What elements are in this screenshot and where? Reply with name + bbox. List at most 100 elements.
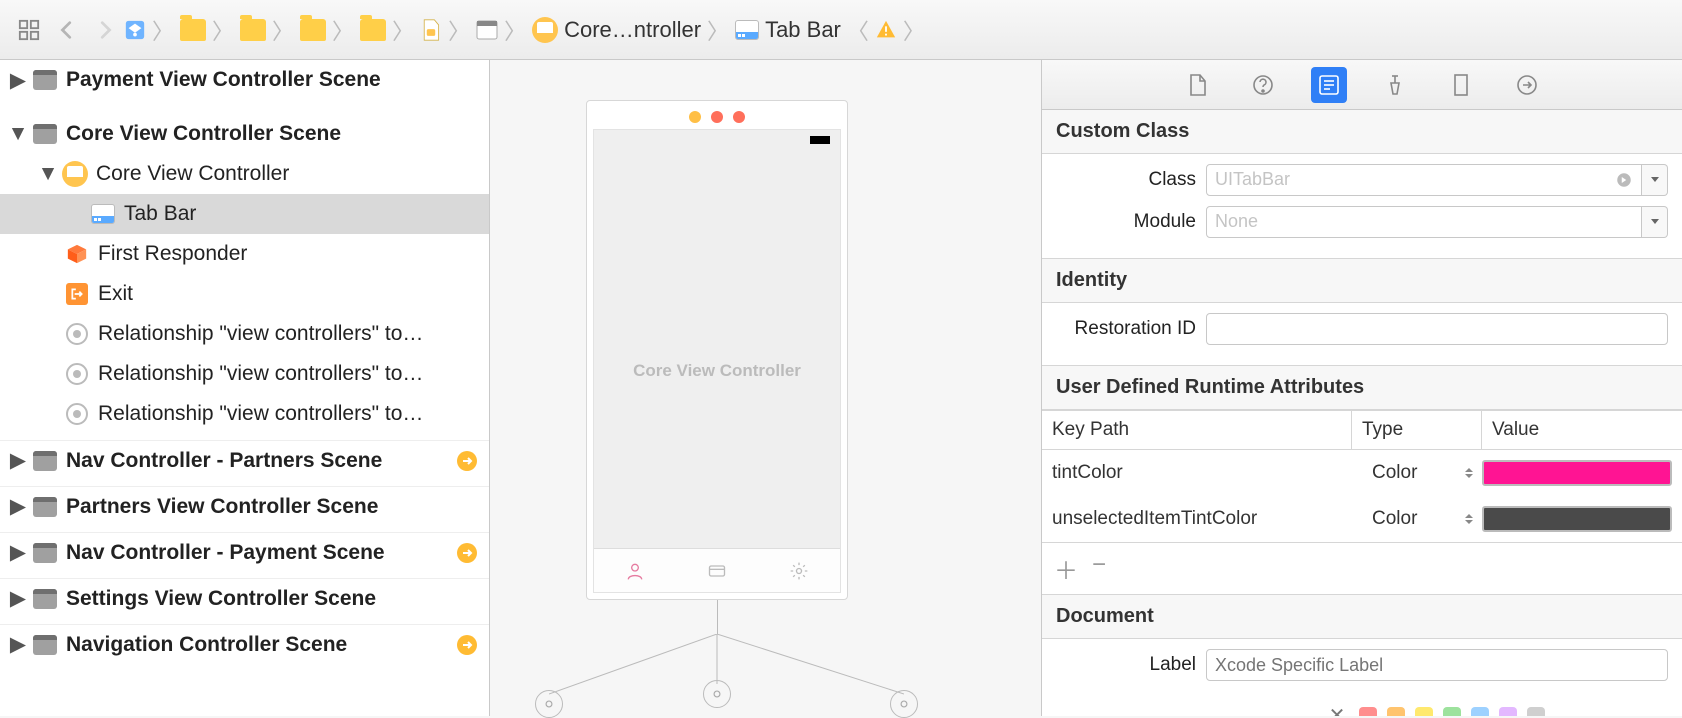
inspector-panel: Custom Class Class UITabBar Module bbox=[1042, 60, 1682, 716]
outline-relationship[interactable]: Relationship "view controllers" to… bbox=[0, 394, 489, 434]
segue-icon bbox=[66, 403, 88, 425]
outline-relationship[interactable]: Relationship "view controllers" to… bbox=[0, 354, 489, 394]
color-red[interactable] bbox=[1359, 707, 1377, 717]
outline-scene[interactable]: ▶ Partners View Controller Scene bbox=[0, 486, 489, 526]
color-yellow[interactable] bbox=[1415, 707, 1433, 717]
outline-scene[interactable]: ▶ Nav Controller - Partners Scene bbox=[0, 440, 489, 480]
warning-icon[interactable] bbox=[875, 19, 897, 41]
breadcrumb-folder[interactable] bbox=[180, 19, 206, 41]
label-color-picker[interactable]: ✕ bbox=[1329, 703, 1546, 716]
back-button[interactable] bbox=[48, 11, 86, 49]
chevron-right-icon: 〉 bbox=[504, 14, 526, 46]
type-cell[interactable]: Color bbox=[1372, 508, 1417, 530]
breadcrumb-storyboard[interactable] bbox=[420, 19, 442, 41]
help-inspector-tab[interactable] bbox=[1245, 67, 1281, 103]
breadcrumb-folder[interactable] bbox=[360, 19, 386, 41]
disclosure-closed-icon[interactable]: ▶ bbox=[8, 540, 28, 565]
outline-vc[interactable]: ▼ Core View Controller bbox=[0, 154, 489, 194]
outline-scene[interactable]: ▶ Payment View Controller Scene bbox=[0, 60, 489, 100]
breadcrumb-vc[interactable]: Core…ntroller bbox=[532, 17, 701, 43]
attributes-inspector-tab[interactable] bbox=[1377, 67, 1413, 103]
battery-icon bbox=[810, 136, 830, 144]
forward-button[interactable] bbox=[86, 11, 124, 49]
segue-icon bbox=[66, 323, 88, 345]
clear-color-icon[interactable]: ✕ bbox=[1329, 703, 1346, 716]
runtime-attribute-row[interactable]: tintColor Color bbox=[1042, 450, 1682, 496]
breadcrumb-project[interactable] bbox=[124, 19, 146, 41]
outline-scene[interactable]: ▶ Settings View Controller Scene bbox=[0, 578, 489, 618]
outline-label: Relationship "view controllers" to… bbox=[98, 402, 423, 426]
outline-relationship[interactable]: Relationship "view controllers" to… bbox=[0, 314, 489, 354]
file-inspector-tab[interactable] bbox=[1179, 67, 1215, 103]
chevron-right-icon[interactable]: 〉 bbox=[903, 14, 925, 46]
gear-icon bbox=[789, 561, 809, 581]
breadcrumb-folder[interactable] bbox=[240, 19, 266, 41]
chevron-right-icon: 〉 bbox=[272, 14, 294, 46]
chevron-right-icon: 〉 bbox=[448, 14, 470, 46]
outline-exit[interactable]: Exit bbox=[0, 274, 489, 314]
breadcrumb[interactable]: 〉 〉 〉 〉 〉 〉 〉 Core…ntroller 〉 Tab Bar 〈 … bbox=[124, 14, 1672, 46]
chevron-right-icon: 〉 bbox=[152, 14, 174, 46]
outline-scene[interactable]: ▼ Core View Controller Scene bbox=[0, 114, 489, 154]
identity-inspector-tab[interactable] bbox=[1311, 67, 1347, 103]
section-header: Identity bbox=[1042, 258, 1682, 303]
color-gray[interactable] bbox=[1527, 707, 1545, 717]
color-blue[interactable] bbox=[1471, 707, 1489, 717]
user-icon bbox=[625, 561, 645, 581]
disclosure-closed-icon[interactable]: ▶ bbox=[8, 632, 28, 657]
tab-bar[interactable] bbox=[594, 548, 840, 592]
section-header: User Defined Runtime Attributes bbox=[1042, 365, 1682, 410]
restoration-id-label: Restoration ID bbox=[1056, 318, 1206, 340]
traffic-yellow-icon bbox=[689, 111, 701, 123]
document-outline[interactable]: ▶ Payment View Controller Scene ▼ Core V… bbox=[0, 60, 490, 716]
interface-builder-canvas[interactable]: Core View Controller bbox=[490, 60, 1042, 716]
breadcrumb-folder[interactable] bbox=[300, 19, 326, 41]
inspector-tabs bbox=[1042, 60, 1682, 110]
connections-inspector-tab[interactable] bbox=[1509, 67, 1545, 103]
class-input[interactable]: UITabBar bbox=[1206, 164, 1642, 196]
disclosure-open-icon[interactable]: ▼ bbox=[38, 162, 58, 186]
outline-tabbar[interactable]: Tab Bar bbox=[0, 194, 489, 234]
disclosure-closed-icon[interactable]: ▶ bbox=[8, 586, 28, 611]
breadcrumb-scene[interactable] bbox=[476, 19, 498, 41]
outline-scene[interactable]: ▶ Nav Controller - Payment Scene bbox=[0, 532, 489, 572]
outline-first-responder[interactable]: First Responder bbox=[0, 234, 489, 274]
chevron-left-icon[interactable]: 〈 bbox=[847, 14, 869, 46]
color-value-swatch[interactable] bbox=[1482, 506, 1672, 532]
class-arrow-icon[interactable] bbox=[1615, 171, 1633, 194]
color-purple[interactable] bbox=[1499, 707, 1517, 717]
size-inspector-tab[interactable] bbox=[1443, 67, 1479, 103]
runtime-attribute-row[interactable]: unselectedItemTintColor Color bbox=[1042, 496, 1682, 542]
outline-label: Tab Bar bbox=[124, 202, 196, 226]
disclosure-closed-icon[interactable]: ▶ bbox=[8, 448, 28, 473]
outline-scene[interactable]: ▶ Navigation Controller Scene bbox=[0, 624, 489, 664]
module-label: Module bbox=[1056, 211, 1206, 233]
add-attribute-button[interactable]: ＋ bbox=[1054, 551, 1078, 586]
keypath-cell[interactable]: tintColor bbox=[1052, 462, 1372, 484]
col-value: Value bbox=[1482, 411, 1682, 449]
disclosure-closed-icon[interactable]: ▶ bbox=[8, 494, 28, 519]
color-value-swatch[interactable] bbox=[1482, 460, 1672, 486]
jump-bar: 〉 〉 〉 〉 〉 〉 〉 Core…ntroller 〉 Tab Bar 〈 … bbox=[0, 0, 1682, 60]
outline-label: Partners View Controller Scene bbox=[66, 495, 378, 519]
scene-preview[interactable]: Core View Controller bbox=[586, 100, 848, 600]
traffic-red-icon bbox=[711, 111, 723, 123]
color-orange[interactable] bbox=[1387, 707, 1405, 717]
remove-attribute-button[interactable]: − bbox=[1092, 551, 1106, 586]
keypath-cell[interactable]: unselectedItemTintColor bbox=[1052, 508, 1372, 530]
class-dropdown-button[interactable] bbox=[1642, 164, 1668, 196]
breadcrumb-tabbar[interactable]: Tab Bar bbox=[735, 17, 841, 43]
color-green[interactable] bbox=[1443, 707, 1461, 717]
disclosure-closed-icon[interactable]: ▶ bbox=[8, 68, 28, 93]
restoration-id-input[interactable] bbox=[1206, 313, 1668, 345]
module-input[interactable]: None bbox=[1206, 206, 1642, 238]
type-stepper[interactable] bbox=[1464, 467, 1474, 479]
type-stepper[interactable] bbox=[1464, 513, 1474, 525]
module-dropdown-button[interactable] bbox=[1642, 206, 1668, 238]
disclosure-open-icon[interactable]: ▼ bbox=[8, 122, 28, 146]
traffic-red-icon bbox=[733, 111, 745, 123]
type-cell[interactable]: Color bbox=[1372, 462, 1417, 484]
doc-label-input[interactable] bbox=[1206, 649, 1668, 681]
runtime-table-header: Key Path Type Value bbox=[1042, 410, 1682, 450]
related-items-icon[interactable] bbox=[10, 11, 48, 49]
